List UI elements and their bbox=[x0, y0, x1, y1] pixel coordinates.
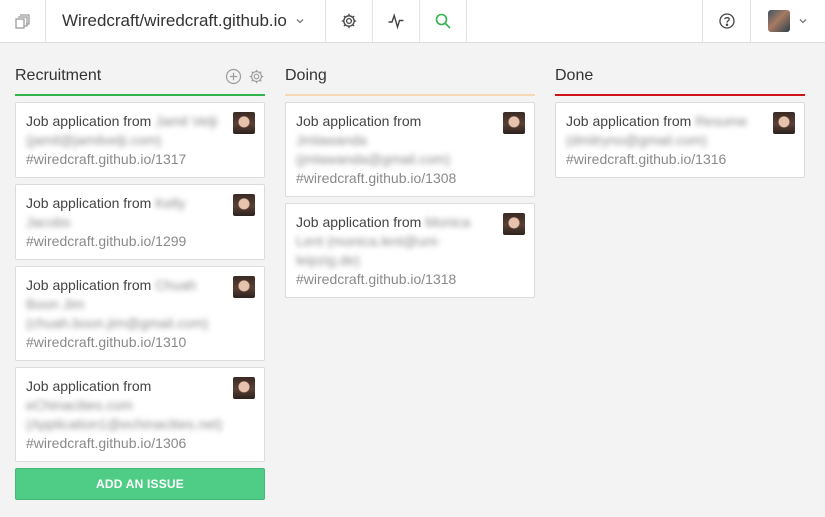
gear-icon[interactable] bbox=[248, 68, 265, 85]
column-title: Recruitment bbox=[15, 67, 102, 84]
assignee-avatar bbox=[503, 213, 525, 235]
search-icon bbox=[434, 12, 452, 30]
issue-card[interactable]: Job application from Kelly Jacobs #wired… bbox=[15, 184, 265, 260]
issue-card[interactable]: Job application from Monica Lent (monica… bbox=[285, 203, 535, 298]
card-reference[interactable]: #wiredcraft.github.io/1317 bbox=[26, 150, 224, 169]
card-title-blurred: Jmlawanda (jmlawanda@gmail.com) bbox=[296, 132, 451, 167]
assignee-avatar bbox=[503, 112, 525, 134]
add-circle-icon[interactable] bbox=[225, 68, 242, 85]
gear-icon bbox=[340, 12, 358, 30]
card-title-prefix: Job application from bbox=[296, 113, 422, 129]
card-title-prefix: Job application from bbox=[566, 113, 692, 129]
card-title-prefix: Job application from bbox=[296, 214, 422, 230]
logo-button[interactable] bbox=[0, 0, 46, 42]
user-menu[interactable] bbox=[751, 0, 825, 42]
chevron-down-icon bbox=[798, 16, 808, 26]
column-header: Doing bbox=[285, 58, 535, 96]
column-doing: Doing Job application from Jmlawanda (jm… bbox=[285, 58, 535, 304]
card-reference[interactable]: #wiredcraft.github.io/1308 bbox=[296, 169, 494, 188]
column-title: Done bbox=[555, 67, 594, 84]
column-header: Recruitment bbox=[15, 58, 265, 96]
stack-logo-icon bbox=[14, 12, 32, 30]
assignee-avatar bbox=[233, 194, 255, 216]
card-title-prefix: Job application from bbox=[26, 277, 152, 293]
issue-card[interactable]: Job application from Resume (dmitryno@gm… bbox=[555, 102, 805, 178]
assignee-avatar bbox=[233, 276, 255, 298]
top-bar: Wiredcraft/wiredcraft.github.io bbox=[0, 0, 825, 43]
search-button[interactable] bbox=[420, 0, 467, 42]
assignee-avatar bbox=[773, 112, 795, 134]
help-circle-icon bbox=[718, 12, 736, 30]
issue-card[interactable]: Job application from Jamil Velji (jamil@… bbox=[15, 102, 265, 178]
issue-card[interactable]: Job application from Jmlawanda (jmlawand… bbox=[285, 102, 535, 197]
topbar-spacer bbox=[467, 0, 703, 42]
settings-button[interactable] bbox=[326, 0, 373, 42]
activity-button[interactable] bbox=[373, 0, 420, 42]
card-reference[interactable]: #wiredcraft.github.io/1318 bbox=[296, 270, 494, 289]
user-avatar bbox=[768, 10, 790, 32]
assignee-avatar bbox=[233, 112, 255, 134]
card-title-blurred: eChinacities.com (Application1@echinacit… bbox=[26, 397, 223, 432]
repo-selector[interactable]: Wiredcraft/wiredcraft.github.io bbox=[46, 0, 326, 42]
column-done: Done Job application from Resume (dmitry… bbox=[555, 58, 805, 184]
issue-card[interactable]: Job application from eChinacities.com (A… bbox=[15, 367, 265, 462]
add-issue-button[interactable]: ADD AN ISSUE bbox=[15, 468, 265, 500]
chevron-down-icon bbox=[295, 16, 305, 26]
card-title-prefix: Job application from bbox=[26, 378, 152, 394]
card-reference[interactable]: #wiredcraft.github.io/1306 bbox=[26, 434, 224, 453]
repo-name: Wiredcraft/wiredcraft.github.io bbox=[62, 11, 287, 30]
column-recruitment: Recruitment Job application from Jamil V… bbox=[15, 58, 265, 500]
activity-pulse-icon bbox=[387, 12, 405, 30]
card-reference[interactable]: #wiredcraft.github.io/1316 bbox=[566, 150, 764, 169]
card-title-prefix: Job application from bbox=[26, 113, 152, 129]
card-reference[interactable]: #wiredcraft.github.io/1310 bbox=[26, 333, 224, 352]
column-title: Doing bbox=[285, 67, 327, 84]
card-title-prefix: Job application from bbox=[26, 195, 152, 211]
column-header: Done bbox=[555, 58, 805, 96]
assignee-avatar bbox=[233, 377, 255, 399]
card-reference[interactable]: #wiredcraft.github.io/1299 bbox=[26, 232, 224, 251]
issue-card[interactable]: Job application from Chuah Boon Jim (chu… bbox=[15, 266, 265, 361]
help-button[interactable] bbox=[703, 0, 751, 42]
